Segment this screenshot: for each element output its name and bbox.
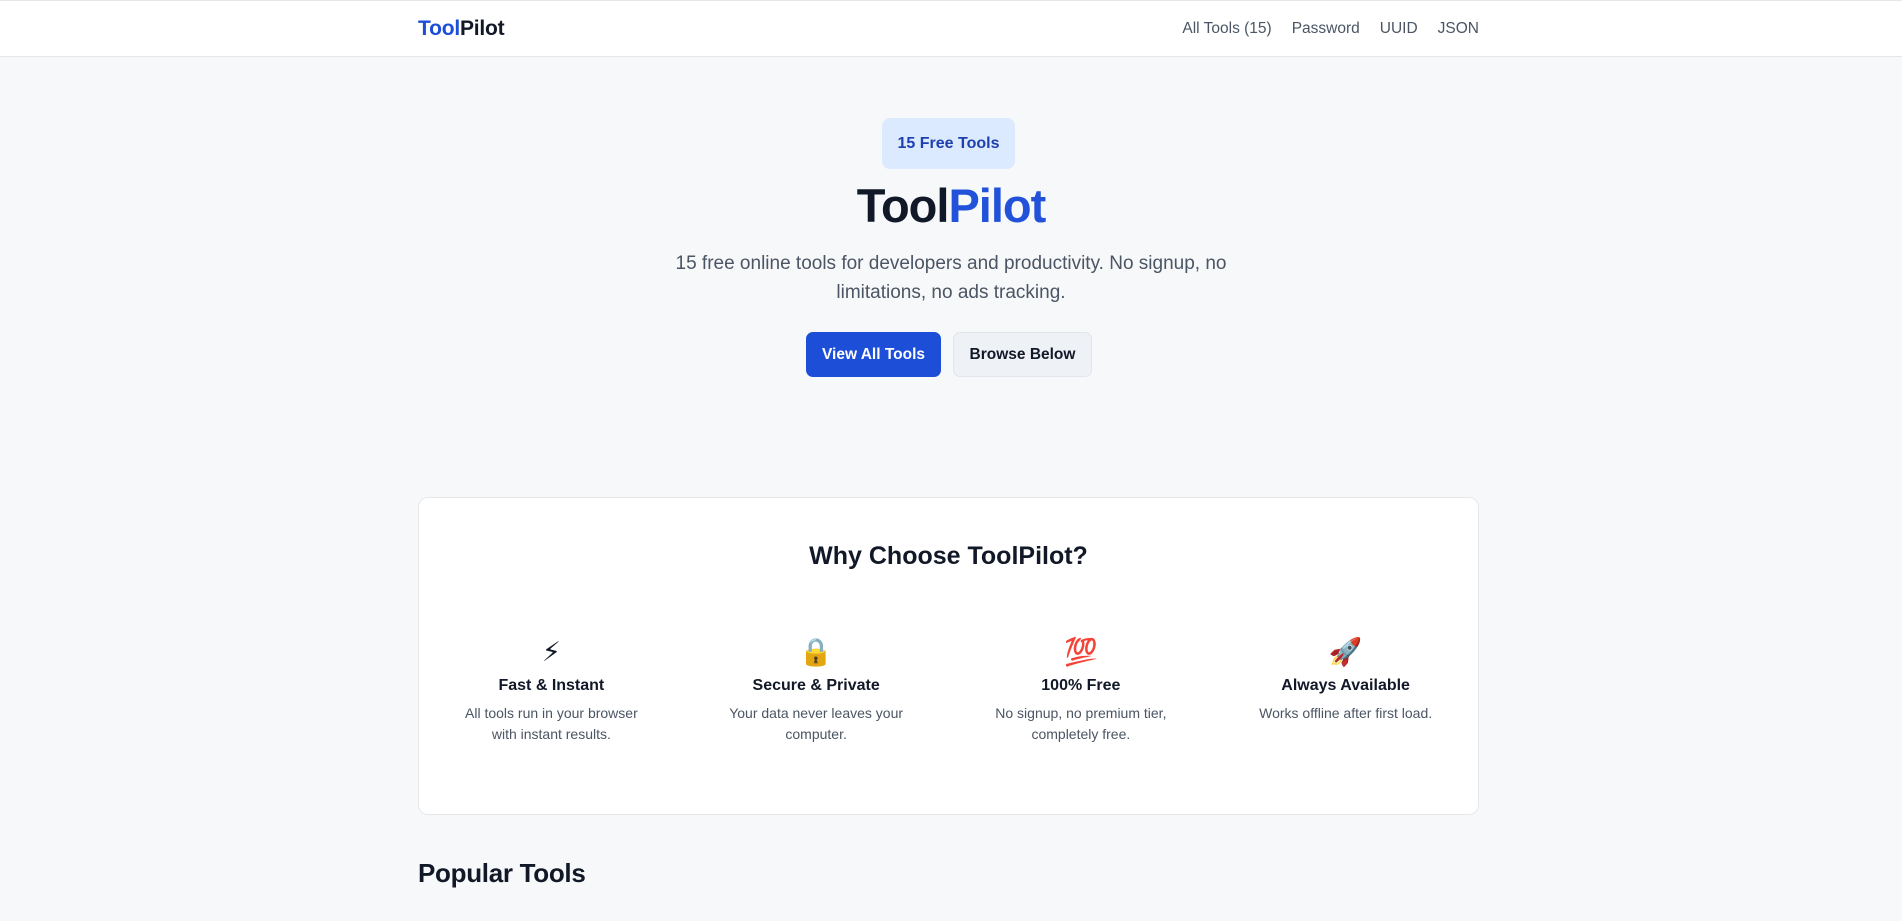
feature-description: All tools run in your browser with insta…: [465, 705, 638, 742]
nav-password[interactable]: Password: [1292, 20, 1360, 38]
features-row: ⚡ Fast & Instant All tools run in your b…: [419, 635, 1478, 745]
logo-part-pilot: Pilot: [459, 17, 505, 40]
hero-title-pilot: Pilot: [948, 179, 1046, 232]
hundred-points-icon: 💯: [1064, 637, 1098, 667]
popular-tools-title: Popular Tools: [418, 858, 586, 888]
feature-free: 💯 100% Free No signup, no premium tier, …: [949, 635, 1214, 745]
feature-description: Works offline after first load.: [1259, 705, 1433, 721]
feature-fast: ⚡ Fast & Instant All tools run in your b…: [419, 635, 684, 745]
logo-link[interactable]: ToolPilot: [418, 17, 505, 41]
hero-subtitle: 15 free online tools for developers and …: [675, 253, 1227, 303]
view-all-tools-button[interactable]: View All Tools: [806, 332, 941, 377]
lightning-icon: ⚡: [541, 637, 561, 667]
top-nav: All Tools (15) Password UUID JSON: [1182, 20, 1479, 38]
tools-count-badge: 15 Free Tools: [882, 118, 1015, 169]
feature-secure: 🔒 Secure & Private Your data never leave…: [684, 635, 949, 745]
hero-title: ToolPilot: [0, 178, 1902, 234]
feature-description: Your data never leaves your computer.: [729, 705, 904, 742]
lock-icon: 🔒: [799, 637, 833, 667]
header-inner: ToolPilot All Tools (15) Password UUID J…: [418, 1, 1479, 57]
browse-below-button[interactable]: Browse Below: [953, 332, 1092, 377]
feature-title: 100% Free: [1041, 677, 1121, 694]
nav-uuid[interactable]: UUID: [1380, 20, 1418, 38]
rocket-icon: 🚀: [1328, 637, 1363, 667]
hero-title-tool: Tool: [856, 179, 950, 232]
site-header: ToolPilot All Tools (15) Password UUID J…: [0, 0, 1902, 57]
why-choose-card: Why Choose ToolPilot? ⚡ Fast & Instant A…: [418, 497, 1479, 815]
feature-available: 🚀 Always Available Works offline after f…: [1213, 635, 1478, 745]
nav-json[interactable]: JSON: [1438, 20, 1479, 38]
nav-all-tools[interactable]: All Tools (15): [1182, 20, 1271, 38]
logo-part-tool: Tool: [418, 17, 460, 40]
why-choose-title: Why Choose ToolPilot?: [809, 542, 1088, 570]
feature-title: Always Available: [1281, 677, 1410, 694]
feature-description: No signup, no premium tier, completely f…: [995, 705, 1167, 742]
feature-title: Fast & Instant: [498, 677, 605, 694]
feature-title: Secure & Private: [752, 677, 880, 694]
